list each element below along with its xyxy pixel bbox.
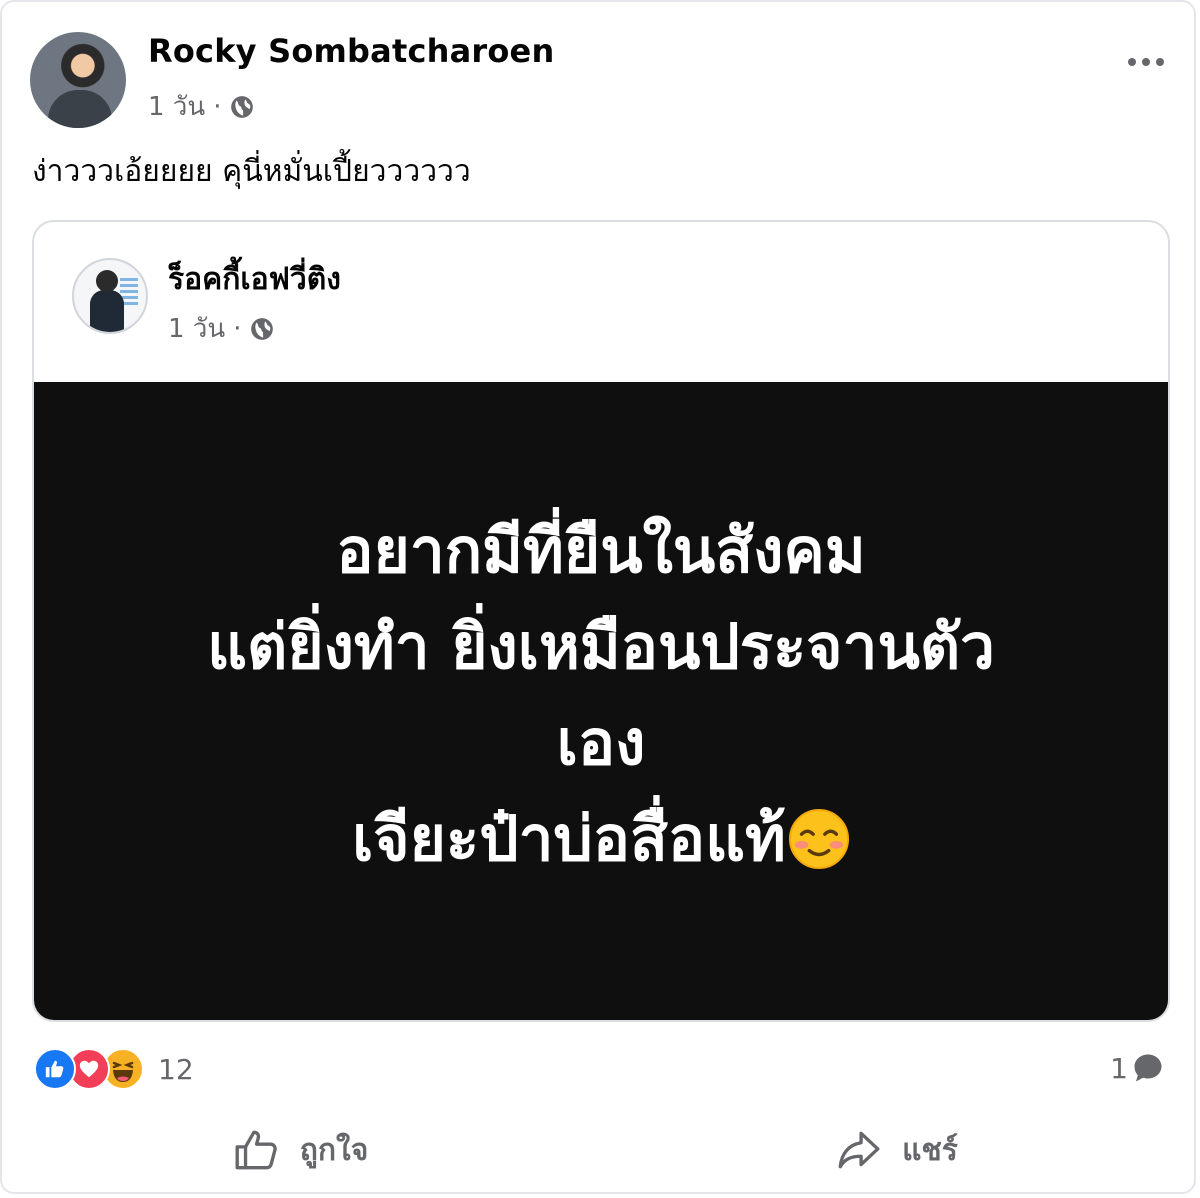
like-button[interactable]: ถูกใจ: [2, 1110, 598, 1190]
more-dot: [1142, 58, 1150, 66]
thumbs-up-icon: [235, 1130, 277, 1170]
media-text-line: อยากมีที่ยืนในสังคม: [336, 514, 866, 587]
post-time[interactable]: 1 วัน: [148, 86, 205, 127]
shared-author-name[interactable]: ร็อคกี้เอฟวี่ติง: [168, 256, 341, 303]
reaction-summary[interactable]: 12: [34, 1048, 194, 1090]
avatar-head: [96, 270, 118, 292]
shared-author-avatar[interactable]: [72, 258, 148, 334]
comment-count: 1: [1110, 1051, 1128, 1085]
share-label: แชร์: [902, 1132, 958, 1168]
comment-icon: [1134, 1054, 1162, 1082]
media-text-line-with-emoji: เจียะป๋าบ่อสื่อแท้: [352, 791, 850, 887]
post-media-text-image[interactable]: อยากมีที่ยืนในสังคม แต่ยิ่งทำ ยิ่งเหมือน…: [34, 382, 1168, 1020]
shared-post-card[interactable]: ร็อคกี้เอฟวี่ติง 1 วัน · อยากมีที่ยืนในส…: [32, 220, 1170, 1022]
comment-summary[interactable]: 1: [1110, 1050, 1166, 1086]
meta-separator: ·: [213, 91, 222, 122]
share-arrow-icon: [838, 1131, 880, 1169]
like-label: ถูกใจ: [299, 1132, 369, 1168]
facebook-post: Rocky Sombatcharoen 1 วัน · ง่าวววเอ้ยยย…: [0, 0, 1196, 1194]
author-name[interactable]: Rocky Sombatcharoen: [148, 32, 554, 70]
post-action-bar: ถูกใจ แชร์: [2, 1110, 1194, 1190]
avatar-body: [90, 290, 124, 332]
shared-post-time[interactable]: 1 วัน: [168, 308, 225, 349]
avatar-figure: [48, 90, 112, 128]
like-reaction-icon: [34, 1048, 76, 1090]
post-meta: 1 วัน ·: [148, 86, 255, 127]
media-text-line: แต่ยิ่งทำ ยิ่งเหมือนประจานตัว: [207, 610, 995, 683]
meta-separator: ·: [233, 313, 242, 344]
more-dot: [1128, 58, 1136, 66]
globe-icon: [231, 95, 254, 118]
reaction-count: 12: [158, 1052, 194, 1086]
share-button[interactable]: แชร์: [598, 1110, 1194, 1190]
shared-post-meta: 1 วัน ·: [168, 308, 275, 349]
more-options-icon[interactable]: [1128, 58, 1164, 66]
author-avatar[interactable]: [30, 32, 126, 128]
media-text: เจียะป๋าบ่อสื่อแท้: [352, 802, 786, 875]
media-text-line: เอง: [556, 706, 646, 779]
globe-icon: [251, 317, 274, 340]
post-caption: ง่าวววเอ้ยยยย คุนี่หมั่นเปี้ยวววววว: [32, 154, 471, 189]
more-dot: [1156, 58, 1164, 66]
smiling-emoji: [788, 808, 849, 870]
